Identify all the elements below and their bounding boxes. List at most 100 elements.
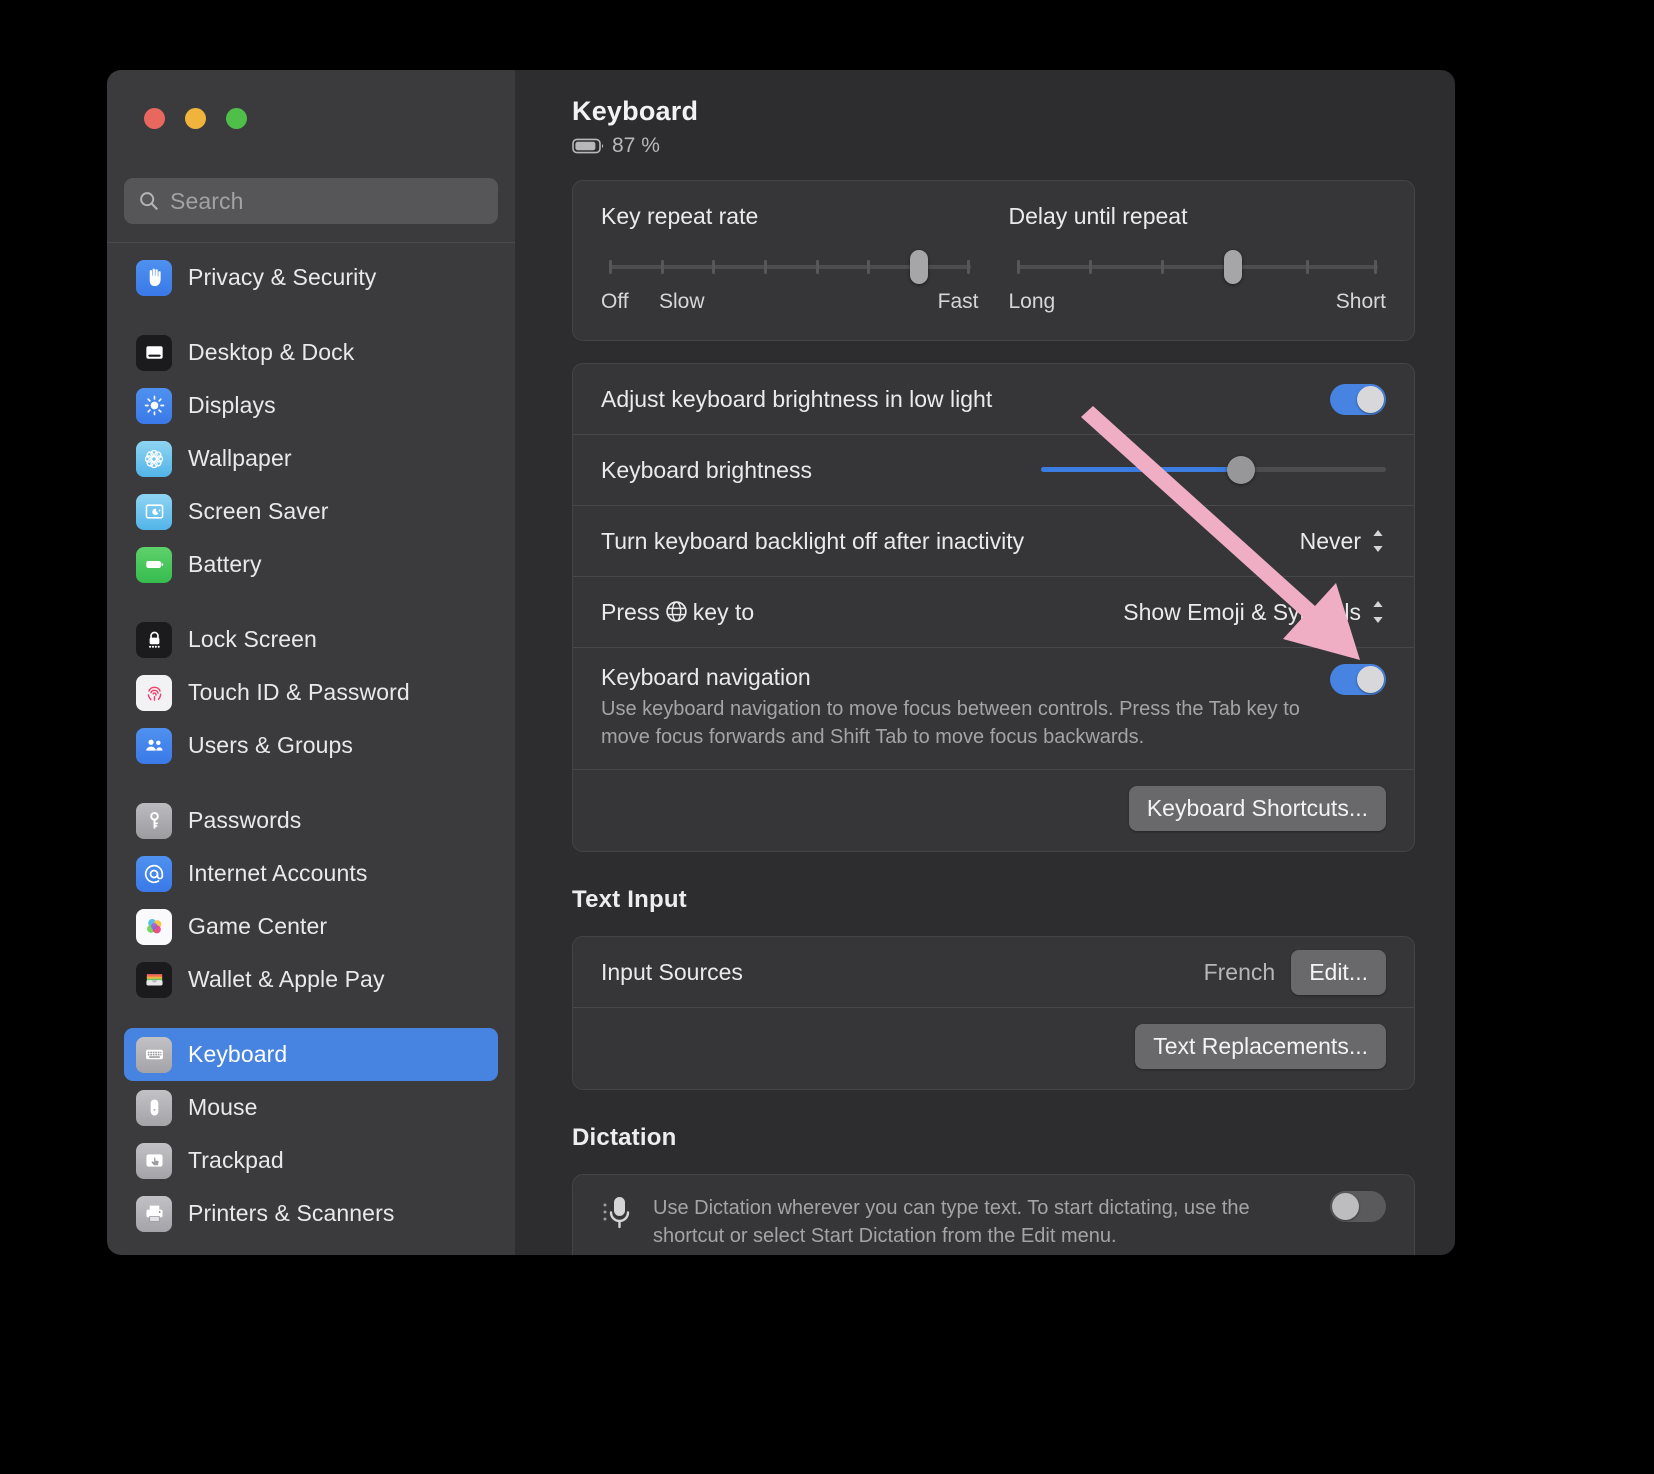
input-sources-edit-button[interactable]: Edit... (1291, 949, 1386, 995)
key-icon (136, 802, 172, 839)
lock-icon (136, 621, 172, 658)
key-repeat-rate-label: Key repeat rate (601, 203, 759, 229)
sidebar-item-label: Passwords (188, 807, 302, 833)
battery-icon (136, 546, 172, 583)
sidebar-item-touch-id-password[interactable]: Touch ID & Password (124, 666, 498, 719)
sidebar-item-label: Displays (188, 392, 276, 418)
mouse-icon (136, 1089, 172, 1126)
battery-icon (572, 138, 604, 154)
delay-until-repeat-group: Delay until repeat Long Short (979, 203, 1387, 316)
keyboard-navigation-row: Keyboard navigation Use keyboard navigat… (573, 648, 1414, 769)
sidebar-item-displays[interactable]: Displays (124, 379, 498, 432)
adjust-brightness-row: Adjust keyboard brightness in low light (573, 364, 1414, 434)
input-sources-label: Input Sources (601, 958, 743, 985)
keyboard-brightness-row: Keyboard brightness (573, 435, 1414, 505)
wallet-icon (136, 961, 172, 998)
keyboard-navigation-toggle[interactable] (1330, 664, 1386, 695)
chevron-updown-icon[interactable] (1370, 597, 1386, 627)
keyboard-brightness-slider[interactable] (1041, 456, 1386, 484)
sidebar-item-mouse[interactable]: Mouse (124, 1081, 498, 1134)
microphone-icon (603, 1197, 630, 1229)
chevron-updown-icon[interactable] (1370, 526, 1386, 556)
dictation-toggle[interactable] (1330, 1191, 1386, 1223)
main-content: Keyboard 87 % Key repeat rate Off Slow F… (515, 70, 1455, 1255)
search-field[interactable]: Search (124, 178, 498, 224)
sidebar-item-wallet-apple-pay[interactable]: Wallet & Apple Pay (124, 953, 498, 1006)
sidebar-item-game-center[interactable]: Game Center (124, 900, 498, 953)
backlight-off-value: Never (1299, 527, 1361, 554)
scale-label-off: Off (601, 290, 629, 313)
at-sign-icon (136, 855, 172, 892)
sidebar-item-label: Lock Screen (188, 626, 317, 652)
sidebar-item-label: Game Center (188, 913, 328, 939)
key-repeat-rate-slider[interactable] (609, 250, 971, 284)
key-repeat-rate-group: Key repeat rate Off Slow Fast (601, 203, 979, 316)
sidebar-item-privacy-security[interactable]: Privacy & Security (124, 251, 498, 304)
scale-label-short: Short (1335, 290, 1386, 313)
sidebar-item-label: Desktop & Dock (188, 339, 355, 365)
text-replacements-button[interactable]: Text Replacements... (1135, 1024, 1386, 1070)
sidebar: Search Privacy & Security Desktop & Dock (107, 70, 515, 1255)
sidebar-item-battery[interactable]: Battery (124, 538, 498, 591)
trackpad-icon (136, 1142, 172, 1179)
slider-thumb[interactable] (1224, 250, 1243, 284)
sidebar-item-keyboard[interactable]: Keyboard (124, 1028, 498, 1081)
sidebar-item-wallpaper[interactable]: Wallpaper (124, 432, 498, 485)
dictation-heading: Dictation (572, 1124, 677, 1152)
slider-thumb[interactable] (1227, 456, 1256, 484)
sidebar-item-printers-scanners[interactable]: Printers & Scanners (124, 1187, 498, 1240)
sidebar-item-label: Internet Accounts (188, 860, 368, 886)
press-globe-key-dropdown[interactable]: Show Emoji & Symbols (1123, 597, 1386, 627)
press-label-before: Press (601, 598, 660, 625)
sidebar-item-label: Screen Saver (188, 498, 329, 524)
battery-percent: 87 % (612, 134, 660, 157)
input-sources-value: French (1203, 958, 1276, 985)
slider-thumb[interactable] (909, 250, 928, 284)
key-repeat-rate-scale-labels: Off Slow Fast (601, 290, 979, 316)
sidebar-item-users-groups[interactable]: Users & Groups (124, 719, 498, 772)
scale-label-long: Long (1008, 290, 1056, 313)
press-globe-key-value: Show Emoji & Symbols (1123, 598, 1361, 625)
sidebar-item-screen-saver[interactable]: Screen Saver (124, 485, 498, 538)
printer-icon (136, 1195, 172, 1232)
sidebar-item-passwords[interactable]: Passwords (124, 794, 498, 847)
press-label-after: key to (692, 598, 755, 625)
text-input-heading: Text Input (572, 886, 687, 914)
delay-until-repeat-slider[interactable] (1016, 250, 1378, 284)
adjust-brightness-label: Adjust keyboard brightness in low light (601, 385, 993, 412)
dictation-description: Use Dictation wherever you can type text… (653, 1197, 1250, 1248)
sidebar-item-label: Battery (188, 551, 262, 577)
sidebar-item-label: Mouse (188, 1094, 258, 1120)
sidebar-item-lock-screen[interactable]: Lock Screen (124, 613, 498, 666)
keyboard-shortcuts-button[interactable]: Keyboard Shortcuts... (1128, 786, 1386, 832)
dictation-row: Use Dictation wherever you can type text… (573, 1175, 1414, 1255)
search-placeholder: Search (170, 187, 244, 214)
zoom-window-button[interactable] (226, 108, 247, 129)
brightness-sun-icon (136, 387, 172, 424)
keyboard-brightness-label: Keyboard brightness (601, 456, 812, 483)
sidebar-item-label: Users & Groups (188, 732, 354, 758)
slider-fill (1041, 467, 1242, 472)
sidebar-item-internet-accounts[interactable]: Internet Accounts (124, 847, 498, 900)
sidebar-item-desktop-dock[interactable]: Desktop & Dock (124, 326, 498, 379)
adjust-brightness-toggle[interactable] (1330, 383, 1386, 415)
scale-label-slow: Slow (659, 290, 705, 313)
sidebar-item-trackpad[interactable]: Trackpad (124, 1134, 498, 1187)
input-sources-row: Input Sources French Edit... (573, 937, 1414, 1007)
dictation-card: Use Dictation wherever you can type text… (572, 1174, 1415, 1255)
minimize-window-button[interactable] (185, 108, 206, 129)
delay-until-repeat-label: Delay until repeat (1008, 203, 1188, 229)
page-title: Keyboard (572, 96, 699, 126)
sidebar-item-label: Trackpad (188, 1147, 284, 1173)
text-input-card: Input Sources French Edit... Text Replac… (572, 936, 1415, 1091)
backlight-off-dropdown[interactable]: Never (1300, 526, 1386, 556)
users-group-icon (136, 727, 172, 764)
hand-raised-icon (136, 259, 172, 296)
close-window-button[interactable] (144, 108, 165, 129)
text-replacements-row: Text Replacements... (573, 1008, 1414, 1089)
sidebar-item-label: Privacy & Security (188, 264, 377, 290)
backlight-off-row: Turn keyboard backlight off after inacti… (573, 506, 1414, 576)
